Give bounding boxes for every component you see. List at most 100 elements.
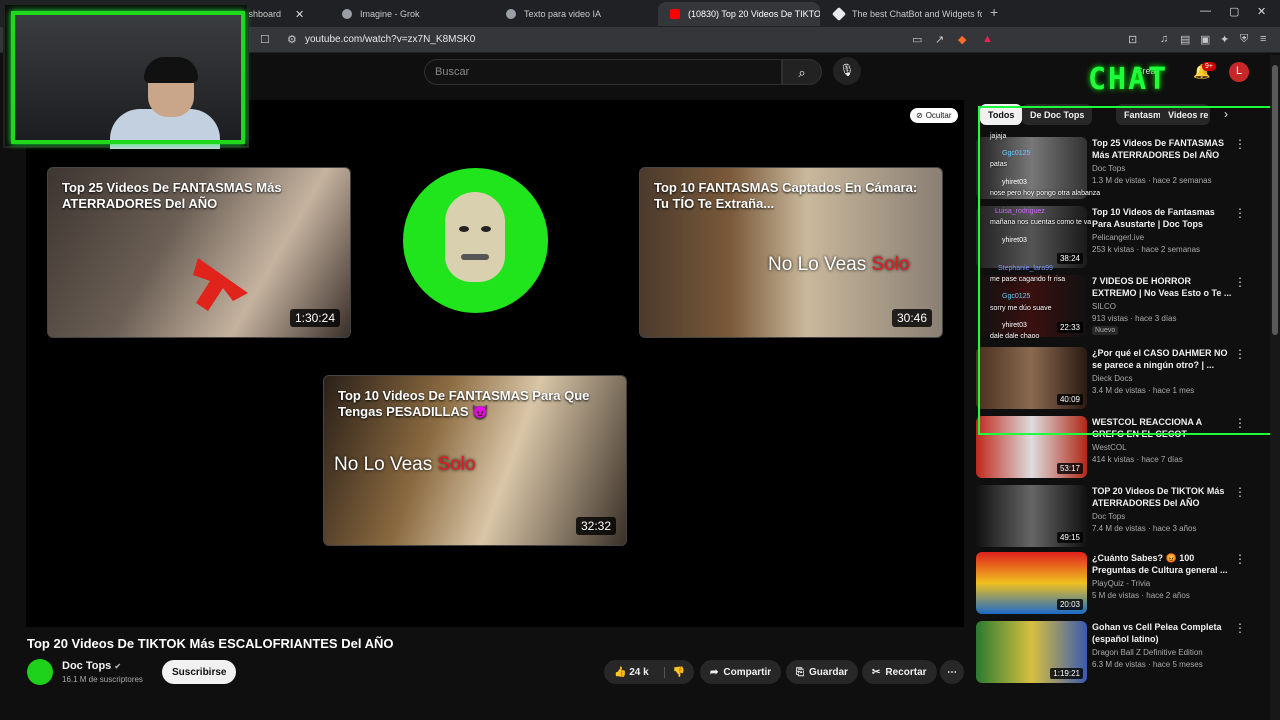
tab-label: (10830) Top 20 Videos De TIKTO [688, 9, 820, 19]
bookmark-save-icon: ⎘ [796, 666, 804, 678]
hide-end-screen-button[interactable]: ⊘ Ocultar [910, 108, 958, 123]
recommendation-thumbnail[interactable]: 49:15 [976, 485, 1087, 547]
chat-message: jajaja [990, 133, 1007, 140]
channel-avatar[interactable] [27, 659, 53, 685]
tab-label: Imagine - Grok [360, 9, 420, 19]
scrollbar-thumb[interactable] [1272, 65, 1278, 335]
kebab-menu-icon[interactable]: ⋮ [1234, 552, 1246, 566]
minimize-button[interactable]: — [1200, 5, 1211, 17]
recommendation-item[interactable]: 49:15 TOP 20 Videos De TIKTOK Más ATERRA… [976, 485, 1266, 549]
recommendation-title: Gohan vs Cell Pelea Completa (español la… [1092, 622, 1222, 644]
more-actions-button[interactable]: ⋯ [940, 660, 964, 684]
thumbs-up-icon: 👍 [614, 666, 627, 678]
grok-favicon-icon [342, 9, 352, 19]
recommendation-channel: Doc Tops [1092, 512, 1126, 521]
clip-button[interactable]: ✂ Recortar [862, 660, 937, 684]
share-icon[interactable]: ↗ [935, 33, 944, 46]
tab-label: Texto para video IA [524, 9, 602, 19]
chat-username: yhiret03 [1002, 237, 1027, 244]
channel-logo-face-icon [445, 192, 505, 282]
chat-message: sorry me dúo suave [990, 305, 1052, 312]
wallet-icon[interactable]: ▣ [1200, 33, 1210, 46]
end-card-overlay-text: No Lo Veas Solo [768, 254, 910, 276]
end-card-title: Top 10 Videos De FANTASMAS Para Que Teng… [338, 388, 590, 419]
recommendation-title: TOP 20 Videos De TIKTOK Más ATERRADORES … [1092, 486, 1225, 508]
chat-message: me pase cagando fr risa [990, 276, 1066, 283]
tab-texto-video[interactable]: Texto para video IA [494, 2, 654, 26]
dislike-button[interactable]: 👎 [663, 666, 686, 678]
end-card-video[interactable]: Top 10 FANTASMAS Captados En Cámara: Tu … [639, 167, 943, 338]
duration: 20:03 [1056, 599, 1083, 610]
site-info-icon[interactable]: ⚙ [287, 33, 297, 46]
recommendation-meta: 5 M de vistas · hace 2 años [1092, 591, 1190, 600]
recommendation-thumbnail[interactable]: 20:03 [976, 552, 1087, 614]
subscribe-button[interactable]: Suscribirse [162, 660, 237, 684]
end-card-title: Top 10 FANTASMAS Captados En Cámara: Tu … [654, 180, 918, 211]
like-dislike-group: 👍 24 k 👎 [604, 660, 694, 684]
end-card-video[interactable]: Top 25 Videos De FANTASMAS Más ATERRADOR… [47, 167, 351, 338]
save-button[interactable]: ⎘ Guardar [786, 660, 858, 684]
thumbs-down-icon: 👎 [672, 666, 686, 678]
kebab-menu-icon[interactable]: ⋮ [1234, 621, 1246, 635]
chatbot-favicon-icon [831, 6, 847, 22]
overlay-white: No Lo Veas [768, 254, 867, 275]
channel-name[interactable]: Doc Tops ✔ [62, 660, 121, 672]
microphone-icon: 🎙 [839, 63, 855, 77]
subscriber-count: 16.1 M de suscriptores [62, 675, 143, 684]
like-button[interactable]: 👍 24 k [614, 667, 649, 678]
tab-label: The best ChatBot and Widgets for Ki [852, 9, 982, 19]
screenshot-icon[interactable]: ⊡ [1128, 33, 1137, 46]
chat-message: dale dale chaoo [990, 333, 1040, 340]
end-card-duration: 30:46 [891, 309, 932, 327]
tab-chatbot[interactable]: The best ChatBot and Widgets for Ki [822, 2, 982, 26]
channel-name-text: Doc Tops [62, 660, 112, 672]
search-input[interactable]: Buscar [424, 59, 782, 85]
share-label: Compartir [723, 666, 772, 678]
rewards-icon[interactable]: ▲ [982, 33, 993, 45]
music-icon[interactable]: ♫ [1160, 33, 1168, 45]
kebab-menu-icon[interactable]: ⋮ [1234, 485, 1246, 499]
chat-overlay-logo: CHAT [1088, 62, 1169, 97]
recommendation-channel: PlayQuiz - Trivia [1092, 579, 1151, 588]
webcam-overlay [3, 3, 249, 149]
voice-search-button[interactable]: 🎙 [833, 57, 861, 85]
search-button[interactable]: ⌕ [782, 59, 822, 85]
tab-youtube-active[interactable]: (10830) Top 20 Videos De TIKTO ✕ [658, 2, 820, 26]
bookmark-icon[interactable]: ☐ [260, 33, 270, 46]
recommendation-title: ¿Cuánto Sabes? 😡 100 Preguntas de Cultur… [1092, 553, 1228, 575]
close-window-button[interactable]: ✕ [1257, 5, 1266, 18]
chat-username: Luisa_rodriguez [995, 208, 1045, 215]
recommendation-meta: 414 k vistas · hace 7 días [1092, 455, 1183, 464]
channel-subscribe-end-card[interactable] [403, 168, 548, 313]
chat-username: yhiret03 [1002, 322, 1027, 329]
overlay-white: No Lo Veas [334, 454, 433, 475]
tab-close-icon[interactable]: ✕ [295, 8, 304, 21]
globe-favicon-icon [506, 9, 516, 19]
address-bar[interactable]: youtube.com/watch?v=zx7N_K8MSK0 [305, 34, 475, 45]
end-card-video[interactable]: Top 10 Videos De FANTASMAS Para Que Teng… [323, 375, 627, 546]
chat-username: Ggc0125 [1002, 150, 1031, 157]
share-button[interactable]: ➦ Compartir [700, 660, 782, 684]
recommendation-item[interactable]: 1:19:21 Gohan vs Cell Pelea Completa (es… [976, 621, 1266, 685]
chat-username: Stephanie_lara99 [998, 265, 1053, 272]
maximize-button[interactable]: ▢ [1229, 5, 1239, 18]
chat-username: yhiret03 [1002, 179, 1027, 186]
cast-icon[interactable]: ▭ [912, 33, 922, 46]
end-card-duration: 1:30:24 [289, 309, 340, 327]
menu-icon[interactable]: ≡ [1260, 33, 1266, 45]
recommendation-thumbnail[interactable]: 1:19:21 [976, 621, 1087, 683]
ai-icon[interactable]: ✦ [1220, 33, 1229, 46]
recommendation-item[interactable]: 20:03 ¿Cuánto Sabes? 😡 100 Preguntas de … [976, 552, 1266, 616]
vpn-icon[interactable]: ⛨ [1240, 33, 1248, 46]
new-tab-button[interactable]: + [990, 4, 998, 20]
end-card-duration: 32:32 [575, 517, 616, 535]
sidebar-icon[interactable]: ▤ [1180, 33, 1190, 46]
recommendation-channel: WestCOL [1092, 443, 1127, 452]
account-avatar[interactable]: L [1229, 62, 1249, 82]
chat-message: mañana nos cuentas como te va [990, 219, 1092, 226]
chat-username: Ggc0125 [1002, 293, 1031, 300]
brave-shield-icon[interactable]: ◆ [958, 33, 966, 46]
end-card-overlay-text: No Lo Veas Solo [334, 454, 476, 476]
page-scrollbar[interactable] [1270, 55, 1280, 720]
tab-grok[interactable]: Imagine - Grok [330, 2, 490, 26]
